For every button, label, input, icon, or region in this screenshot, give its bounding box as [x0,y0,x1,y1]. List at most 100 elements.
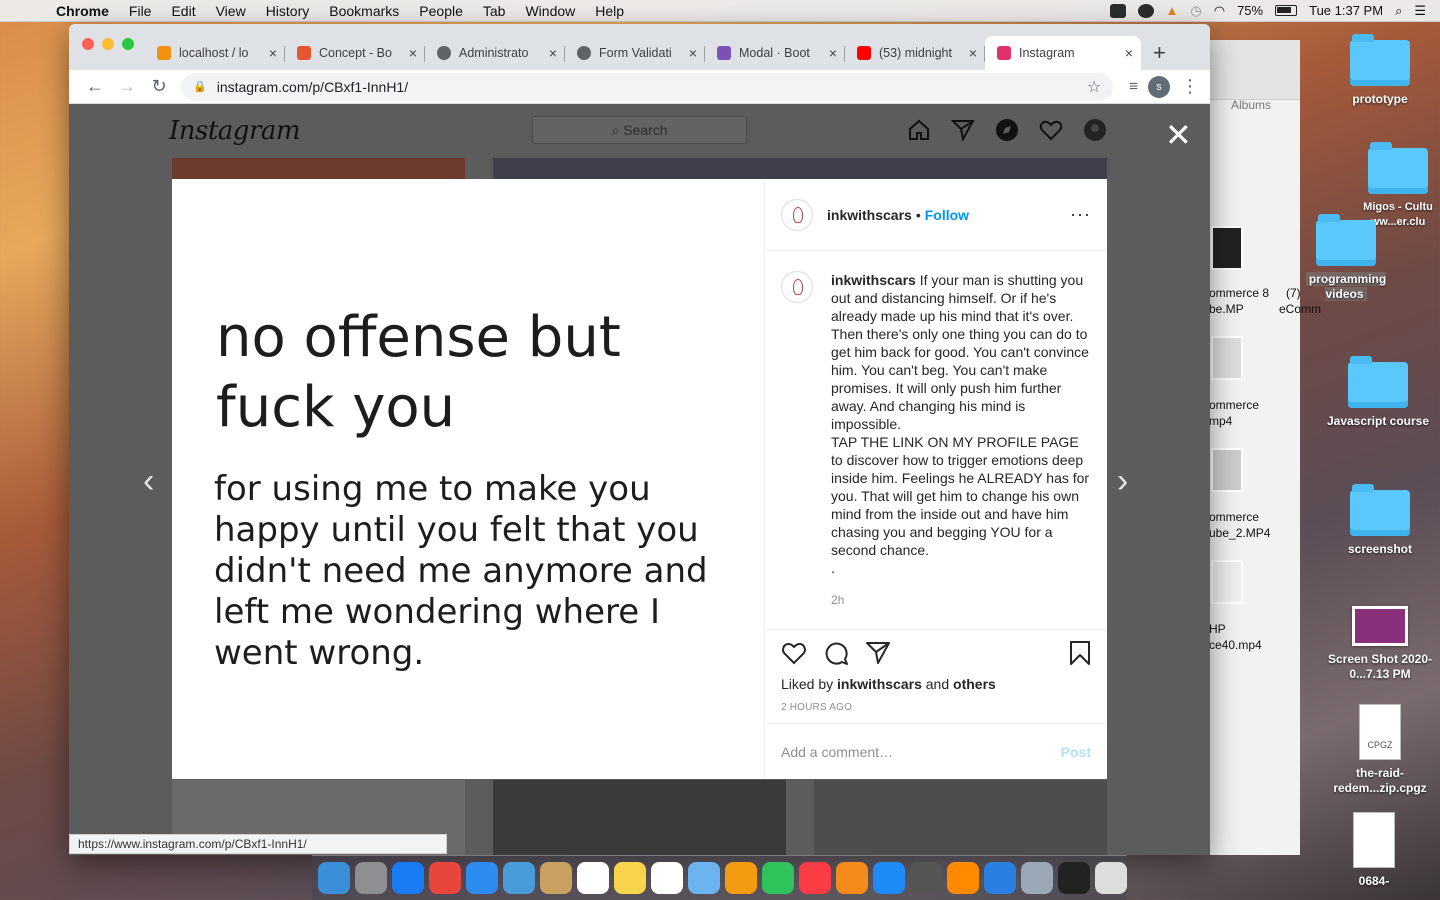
video-thumbnail[interactable] [1211,226,1243,270]
video-thumbnail[interactable] [1211,560,1243,604]
menu-tab[interactable]: Tab [473,0,516,22]
tab-youtube[interactable]: (53) midnight × [845,36,985,70]
photos-icon[interactable] [725,862,757,894]
explore-icon[interactable] [995,118,1019,142]
like-heart-icon[interactable] [781,641,807,668]
menu-history[interactable]: History [256,0,320,22]
caption-author-avatar[interactable] [781,271,813,303]
wifi-icon[interactable]: ◠ [1214,3,1225,19]
tab-localhost[interactable]: localhost / lo × [145,36,285,70]
chrome-icon[interactable] [429,862,461,894]
window-minimize-button[interactable] [102,38,114,50]
back-arrow-icon[interactable]: ← [79,76,111,97]
menu-app-chrome[interactable]: Chrome [46,0,119,22]
desktop-folder-programming-videos[interactable]: programming videos [1291,214,1401,302]
chrome-menu-icon[interactable]: ⋮ [1180,76,1200,97]
menu-view[interactable]: View [206,0,256,22]
app-store-icon[interactable] [873,862,905,894]
notification-center-icon[interactable]: ☰ [1414,3,1426,19]
desktop-folder-prototype[interactable]: prototype [1325,34,1435,107]
preview-icon[interactable] [503,862,535,894]
clock[interactable]: Tue 1:37 PM [1309,3,1383,18]
tab-administrator[interactable]: Administrato × [425,36,565,70]
caption-timestamp[interactable]: 2h [831,593,844,607]
save-bookmark-icon[interactable] [1069,640,1091,669]
calendar-icon[interactable] [577,862,609,894]
screen-recorder-icon[interactable] [1109,3,1126,18]
desktop-folder-screenshot[interactable]: screenshot [1325,484,1435,557]
messages-icon[interactable] [466,862,498,894]
menu-window[interactable]: Window [515,0,585,22]
close-modal-icon[interactable]: ✕ [1165,116,1192,154]
desktop-folder-javascript-course[interactable]: Javascript course [1323,356,1433,429]
more-options-icon[interactable]: ··· [1070,204,1091,225]
photos-viewer-icon[interactable] [688,862,720,894]
bookmark-star-icon[interactable]: ☆ [1087,77,1101,97]
tab-close-icon[interactable]: × [269,45,277,61]
music-icon[interactable] [799,862,831,894]
books-icon[interactable] [836,862,868,894]
next-post-chevron-icon[interactable]: › [1117,462,1128,501]
vlc-icon[interactable] [947,862,979,894]
vlc-icon[interactable]: ▲ [1166,3,1179,18]
spotlight-icon[interactable]: ⌕ [1395,3,1402,19]
menu-file[interactable]: File [119,0,162,22]
author-username[interactable]: inkwithscars [827,207,912,223]
window-zoom-button[interactable] [122,38,134,50]
vscode-icon[interactable] [984,862,1016,894]
battery-icon[interactable] [1275,5,1298,16]
grid-post-thumbnail[interactable] [814,780,1107,855]
lock-icon[interactable]: 🔒 [193,80,207,93]
menu-edit[interactable]: Edit [161,0,205,22]
post-comment-button[interactable]: Post [1061,744,1091,760]
tab-close-icon[interactable]: × [689,45,697,61]
follow-button[interactable]: Follow [925,207,969,223]
utility-icon[interactable] [1021,862,1053,894]
tab-close-icon[interactable]: × [969,45,977,61]
notes-icon[interactable] [614,862,646,894]
time-machine-icon[interactable]: ◷ [1190,3,1201,19]
grid-post-thumbnail[interactable] [493,780,786,855]
video-thumbnail[interactable] [1211,448,1243,492]
menu-people[interactable]: People [409,0,473,22]
albums-dropdown[interactable]: Albums [1231,98,1271,112]
instagram-logo[interactable]: Instagram [169,116,301,146]
reload-icon[interactable]: ↻ [143,76,175,97]
tab-close-icon[interactable]: × [1125,45,1133,61]
new-tab-button[interactable]: + [1153,36,1166,70]
contacts-icon[interactable] [540,862,572,894]
tab-close-icon[interactable]: × [829,45,837,61]
caption-username[interactable]: inkwithscars [831,272,916,288]
tab-close-icon[interactable]: × [549,45,557,61]
face-status-icon[interactable] [1137,3,1154,18]
grid-post-thumbnail[interactable] [493,158,1107,180]
facetime-icon[interactable] [762,862,794,894]
reminders-icon[interactable] [651,862,683,894]
menu-bookmarks[interactable]: Bookmarks [319,0,409,22]
liked-by-others[interactable]: others [953,676,996,692]
comment-bubble-icon[interactable] [823,640,849,669]
profile-avatar-icon[interactable] [1083,118,1107,142]
menu-help[interactable]: Help [585,0,634,22]
activity-heart-icon[interactable] [1039,118,1063,142]
previous-post-chevron-icon[interactable]: ‹ [143,462,154,501]
system-preferences-icon[interactable] [910,862,942,894]
finder-icon[interactable] [318,862,350,894]
author-avatar[interactable] [781,198,813,231]
desktop-screenshot-file[interactable]: Screen Shot 2020-0...7.13 PM [1325,606,1435,682]
grid-post-thumbnail[interactable] [172,158,465,180]
desktop-folder-migos[interactable]: Migos - Cultu ww...er.clu [1348,142,1440,230]
media-queue-icon[interactable]: ≡ [1129,78,1138,95]
desktop-document-file[interactable]: 0684- [1319,812,1429,889]
share-paper-plane-icon[interactable] [865,641,891,668]
search-input[interactable]: ⌕ Search [532,116,747,144]
forward-arrow-icon[interactable]: → [111,76,143,97]
address-bar[interactable]: 🔒 instagram.com/p/CBxf1-InnH1/ ☆ [181,72,1114,101]
desktop-archive-file[interactable]: CPGZ the-raid-redem...zip.cpgz [1325,704,1435,796]
tab-form-validation[interactable]: Form Validati × [565,36,705,70]
direct-message-icon[interactable] [951,118,975,142]
tab-instagram[interactable]: Instagram × [985,36,1141,70]
tab-close-icon[interactable]: × [409,45,417,61]
launchpad-icon[interactable] [355,862,387,894]
safari-icon[interactable] [392,862,424,894]
